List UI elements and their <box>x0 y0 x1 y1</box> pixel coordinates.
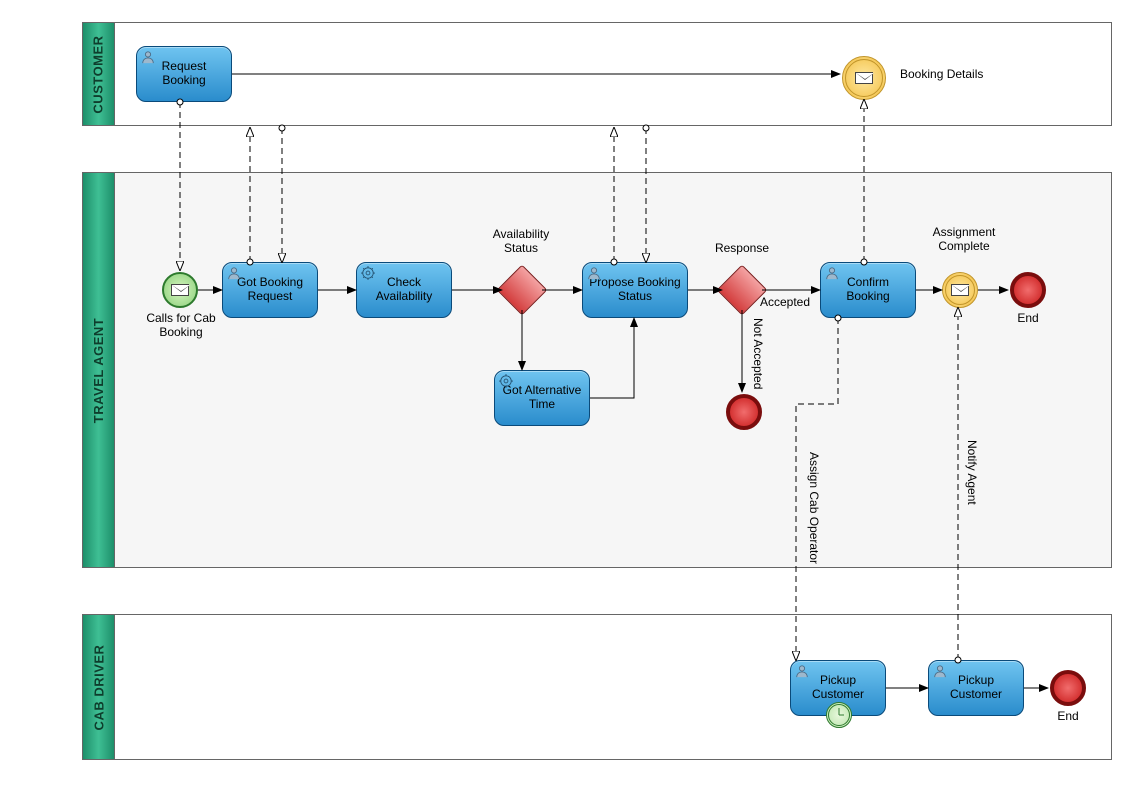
user-icon <box>824 266 840 282</box>
task-request-booking: Request Booking <box>136 46 232 102</box>
event-calls-for-cab-booking <box>162 272 198 308</box>
user-icon <box>932 664 948 680</box>
pool-label-text: CAB DRIVER <box>91 644 106 730</box>
task-got-booking-request: Got Booking Request <box>222 262 318 318</box>
gateway-response <box>724 272 760 308</box>
event-end-not-accepted <box>726 394 762 430</box>
gear-icon <box>360 266 376 282</box>
label-response: Response <box>702 242 782 256</box>
user-icon <box>794 664 810 680</box>
task-pickup-customer-2: Pickup Customer <box>928 660 1024 716</box>
label-assign-cab-operator: Assign Cab Operator <box>806 452 820 564</box>
envelope-icon <box>171 284 189 296</box>
label-availability-status: Availability Status <box>476 228 566 256</box>
bpmn-diagram: CUSTOMER TRAVEL AGENT CAB DRIVER Request… <box>0 0 1123 794</box>
label-end-driver: End <box>1052 710 1084 724</box>
gear-icon <box>498 374 514 390</box>
event-assignment-complete <box>942 272 978 308</box>
task-propose-booking-status: Propose Booking Status <box>582 262 688 318</box>
timer-boundary-icon <box>826 702 852 728</box>
event-end-agent <box>1010 272 1046 308</box>
envelope-icon <box>855 72 873 84</box>
label-booking-details: Booking Details <box>900 68 1020 82</box>
gateway-availability-status <box>504 272 540 308</box>
label-notify-agent: Notify Agent <box>964 440 978 505</box>
label-assignment-complete: Assignment Complete <box>914 226 1014 254</box>
event-end-driver <box>1050 670 1086 706</box>
pool-label-travel-agent: TRAVEL AGENT <box>83 173 115 567</box>
task-got-alternative-time: Got Alternative Time <box>494 370 590 426</box>
label-calls-for-cab: Calls for Cab Booking <box>142 312 220 340</box>
pool-label-customer: CUSTOMER <box>83 23 115 125</box>
pool-label-text: CUSTOMER <box>91 35 106 113</box>
event-booking-details <box>842 56 886 100</box>
pool-label-text: TRAVEL AGENT <box>91 317 106 422</box>
user-icon <box>226 266 242 282</box>
task-label: Propose Booking Status <box>589 276 681 304</box>
pool-label-cab-driver: CAB DRIVER <box>83 615 115 759</box>
user-icon <box>586 266 602 282</box>
label-end-agent: End <box>1012 312 1044 326</box>
envelope-icon <box>951 284 969 296</box>
label-accepted: Accepted <box>760 296 820 310</box>
task-confirm-booking: Confirm Booking <box>820 262 916 318</box>
task-check-availability: Check Availability <box>356 262 452 318</box>
label-not-accepted: Not Accepted <box>750 318 764 389</box>
user-icon <box>140 50 156 66</box>
